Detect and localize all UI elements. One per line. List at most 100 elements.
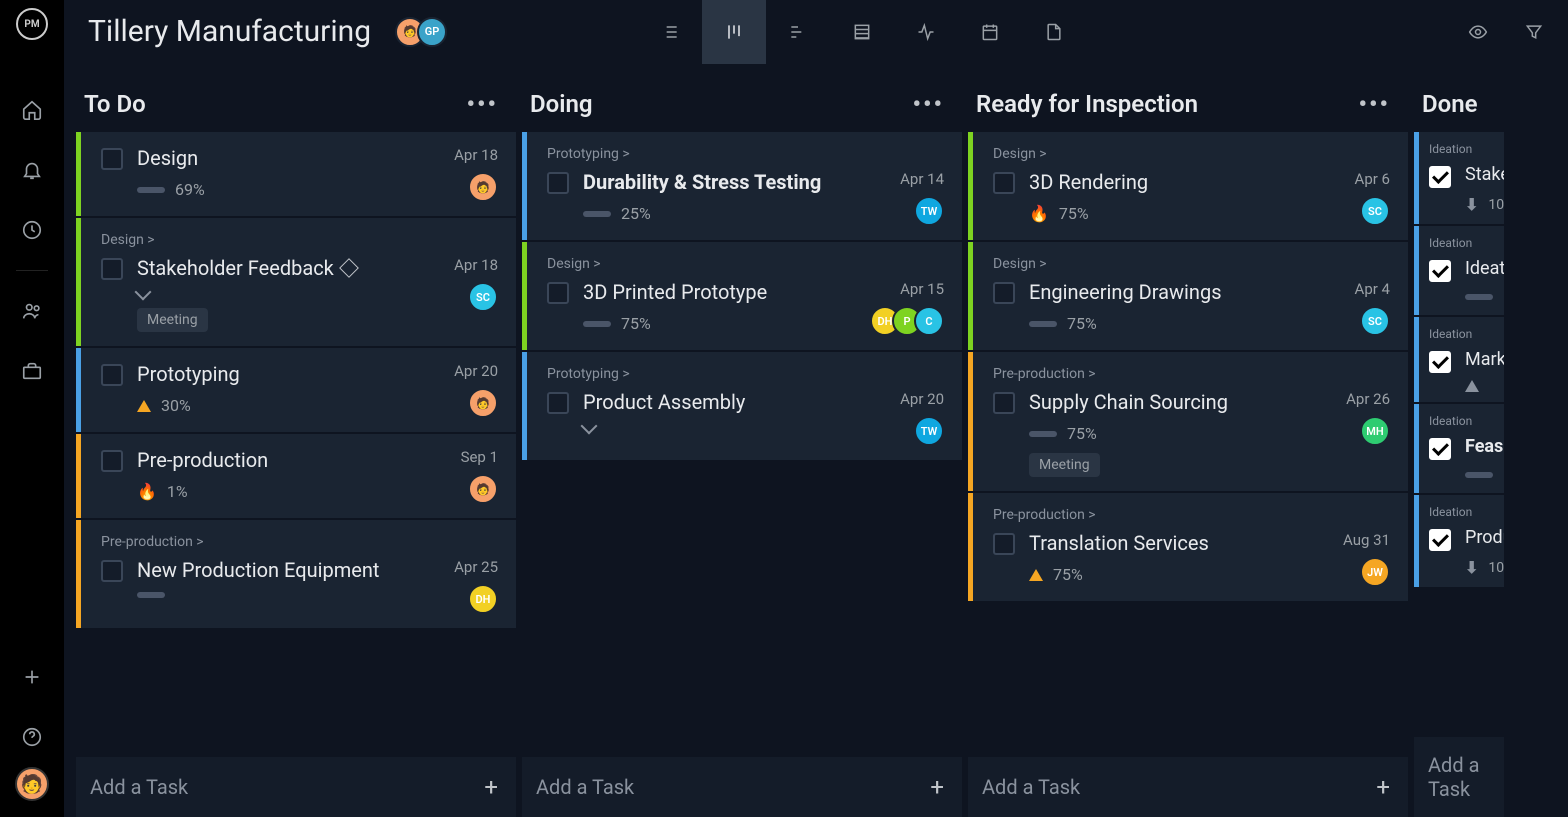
progress-bar-icon [1029,431,1057,437]
task-checkbox[interactable] [101,148,123,170]
card-title: 3D Rendering [1029,170,1341,194]
task-card[interactable]: Design69%Apr 18🧑 [76,132,516,216]
card-assignees[interactable]: SC [468,282,498,312]
board-column: DoneIdeationStakeh⬇100IdeationIdeatio100… [1414,76,1504,817]
task-card[interactable]: Design >Stakeholder Feedback MeetingApr … [76,218,516,346]
plus-icon[interactable] [16,661,48,693]
milestone-icon [339,258,359,278]
progress-bar-icon [137,592,165,598]
app-logo[interactable]: PM [16,8,48,40]
card-title: New Production Equipment [137,558,440,582]
filter-icon[interactable] [1524,0,1544,64]
card-assignees[interactable]: DHPC [870,306,944,336]
help-icon[interactable] [16,721,48,753]
chevron-down-icon[interactable] [581,418,598,435]
task-checkbox[interactable] [101,450,123,472]
file-view-icon[interactable] [1022,0,1086,64]
bell-icon[interactable] [16,154,48,186]
column-menu-icon[interactable]: ••• [912,90,944,118]
task-card[interactable]: Pre-production >New Production Equipment… [76,520,516,628]
card-breadcrumb: Ideation [1429,236,1498,250]
task-checkbox[interactable] [101,560,123,582]
header: Tillery Manufacturing 🧑GP [64,0,1568,64]
add-task-button[interactable]: Add a Task [1414,737,1504,817]
activity-view-icon[interactable] [894,0,958,64]
add-task-button[interactable]: Add a Task+ [522,757,962,817]
task-card[interactable]: Prototyping30%Apr 20🧑 [76,348,516,432]
card-assignees[interactable]: TW [914,196,944,226]
task-card[interactable]: IdeationFeasib100 [1414,404,1504,493]
column-menu-icon[interactable]: ••• [466,90,498,118]
task-card[interactable]: Pre-production >Supply Chain Sourcing75%… [968,352,1408,491]
task-checkbox[interactable] [1429,260,1451,282]
task-checkbox[interactable] [1429,166,1451,188]
task-card[interactable]: Prototyping >Durability & Stress Testing… [522,132,962,240]
card-title: Pre-production [137,448,447,472]
card-assignees[interactable]: 🧑 [468,474,498,504]
home-icon[interactable] [16,94,48,126]
task-card[interactable]: Pre-production >Translation Services75%A… [968,493,1408,601]
task-card[interactable]: IdeationIdeatio100 [1414,226,1504,315]
task-card[interactable]: Design >3D Printed Prototype75%Apr 15DHP… [522,242,962,350]
task-checkbox[interactable] [101,258,123,280]
task-checkbox[interactable] [1429,351,1451,373]
task-checkbox[interactable] [993,282,1015,304]
card-assignees[interactable]: DH [468,584,498,614]
column-title: To Do [84,90,146,118]
card-assignees[interactable]: MH [1360,416,1390,446]
task-checkbox[interactable] [547,392,569,414]
task-checkbox[interactable] [1429,438,1451,460]
card-breadcrumb: Ideation [1429,142,1498,156]
card-title: Product Assembly [583,390,886,414]
task-card[interactable]: Pre-production🔥1%Sep 1🧑 [76,434,516,518]
card-assignees[interactable]: 🧑 [468,388,498,418]
task-card[interactable]: Design >3D Rendering🔥75%Apr 6SC [968,132,1408,240]
briefcase-icon[interactable] [16,355,48,387]
gantt-view-icon[interactable] [766,0,830,64]
task-checkbox[interactable] [101,364,123,386]
card-title: Marke [1465,349,1504,370]
task-checkbox[interactable] [547,282,569,304]
card-assignees[interactable]: JW [1360,557,1390,587]
card-assignees[interactable]: SC [1360,196,1390,226]
card-due-date: Apr 26 [1346,390,1390,408]
sheet-view-icon[interactable] [830,0,894,64]
task-card[interactable]: IdeationStakeh⬇100 [1414,132,1504,224]
card-breadcrumb: Ideation [1429,327,1498,341]
task-card[interactable]: Prototyping >Product AssemblyApr 20TW [522,352,962,460]
add-task-button[interactable]: Add a Task+ [968,757,1408,817]
board-view-icon[interactable] [702,0,766,64]
arrow-up-icon [1465,380,1479,392]
add-task-button[interactable]: Add a Task+ [76,757,516,817]
task-checkbox[interactable] [993,172,1015,194]
task-card[interactable]: Design >Engineering Drawings75%Apr 4SC [968,242,1408,350]
kanban-board: To Do ••• Design69%Apr 18🧑Design >Stakehol… [64,64,1568,817]
task-checkbox[interactable] [993,392,1015,414]
card-title: Stakeh [1465,164,1504,185]
list-view-icon[interactable] [638,0,702,64]
clock-icon[interactable] [16,214,48,246]
flame-icon: 🔥 [137,482,157,501]
card-assignees[interactable]: 🧑 [468,172,498,202]
task-checkbox[interactable] [547,172,569,194]
current-user-avatar[interactable]: 🧑 [15,767,49,801]
task-card[interactable]: IdeationProdu⬇100 [1414,495,1504,587]
header-avatars[interactable]: 🧑GP [395,17,447,47]
card-title: Translation Services [1029,531,1329,555]
people-icon[interactable] [16,295,48,327]
card-breadcrumb: Pre-production > [993,507,1390,523]
card-breadcrumb: Ideation [1429,414,1498,428]
chevron-down-icon[interactable] [135,284,152,301]
column-menu-icon[interactable]: ••• [1358,90,1390,118]
task-checkbox[interactable] [1429,529,1451,551]
column-title: Ready for Inspection [976,90,1198,118]
progress-bar-icon [1029,321,1057,327]
flame-icon: 🔥 [1029,204,1049,223]
task-checkbox[interactable] [993,533,1015,555]
card-assignees[interactable]: TW [914,416,944,446]
eye-icon[interactable] [1468,0,1488,64]
calendar-view-icon[interactable] [958,0,1022,64]
column-title: Done [1422,90,1478,118]
card-assignees[interactable]: SC [1360,306,1390,336]
task-card[interactable]: Ideation Marke [1414,317,1504,402]
